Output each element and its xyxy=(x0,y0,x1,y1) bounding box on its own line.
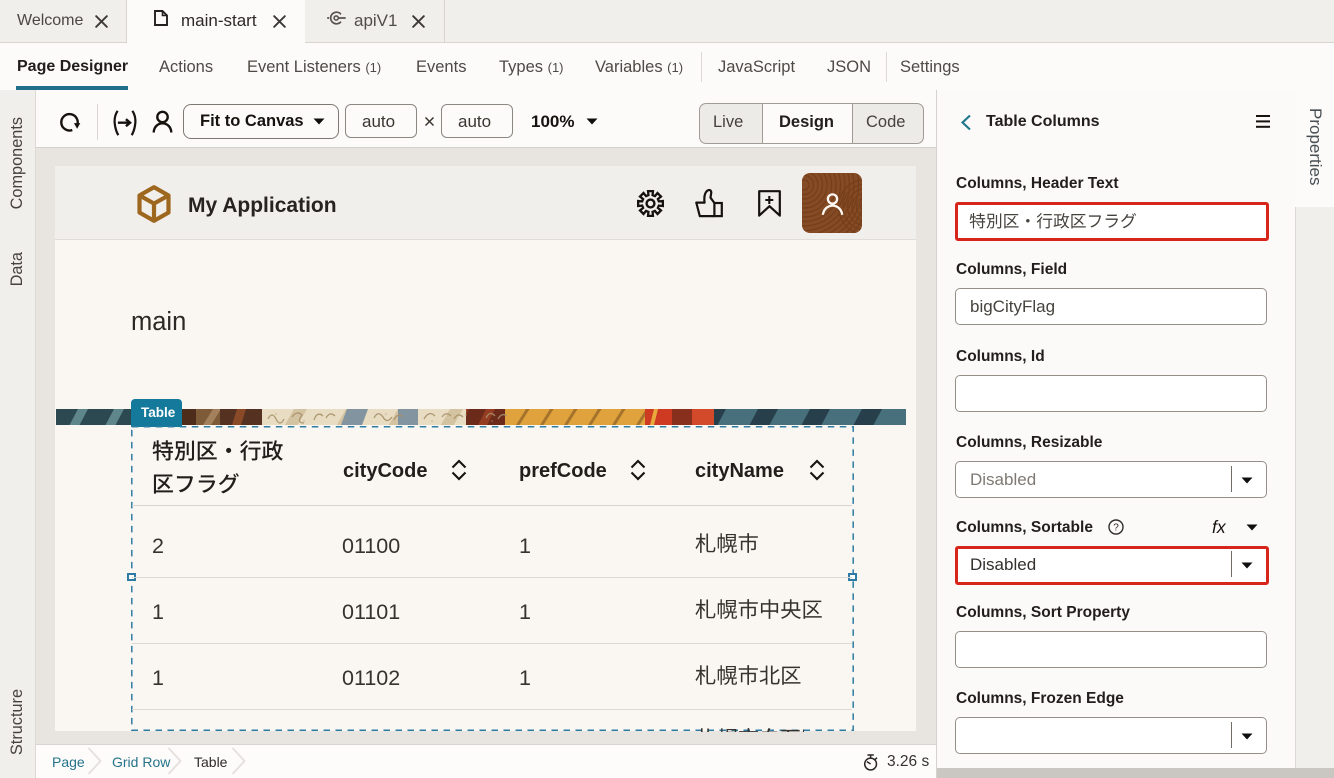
svg-text:?: ? xyxy=(1113,523,1119,534)
